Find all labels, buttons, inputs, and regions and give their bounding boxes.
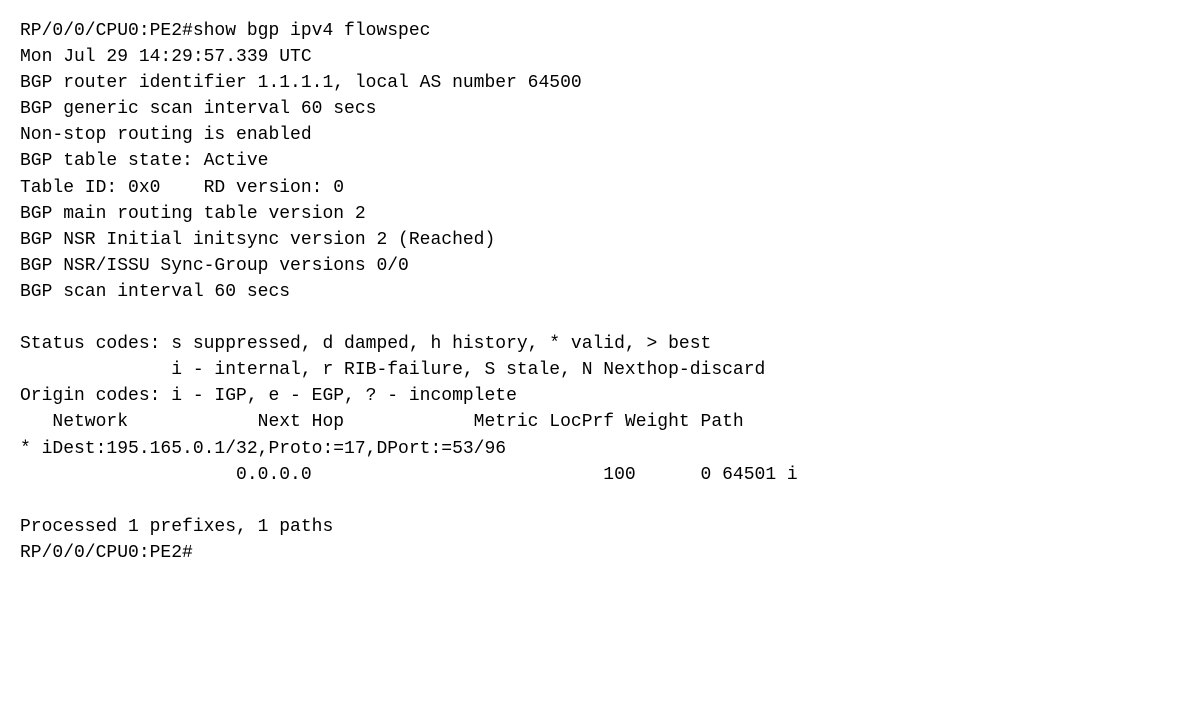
terminal-output: RP/0/0/CPU0:PE2#show bgp ipv4 flowspec M… xyxy=(20,18,1180,566)
